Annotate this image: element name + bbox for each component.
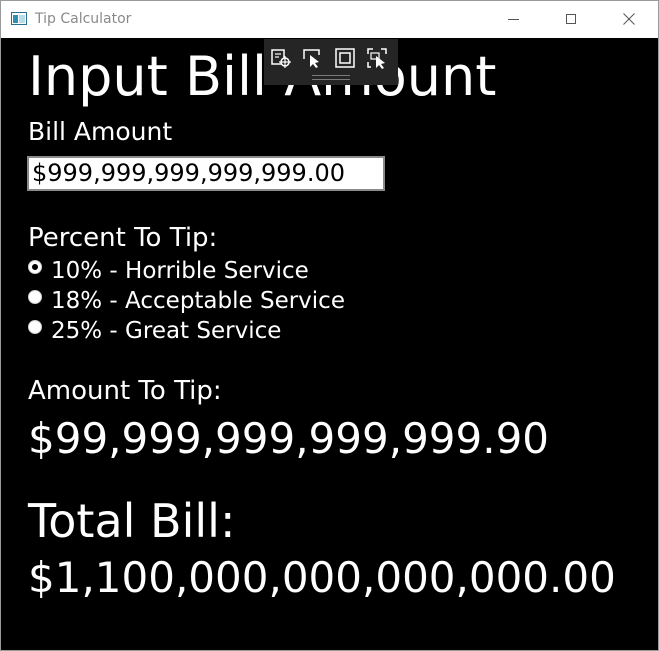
amount-to-tip-label: Amount To Tip: xyxy=(28,376,222,406)
amount-to-tip-value: $99,999,999,999,999.90 xyxy=(28,414,550,463)
debug-toolbar xyxy=(264,39,398,85)
bill-amount-label: Bill Amount xyxy=(28,117,173,146)
close-icon xyxy=(623,13,635,25)
radio-button[interactable] xyxy=(28,290,42,304)
percent-to-tip-label: Percent To Tip: xyxy=(28,223,218,253)
window-title: Tip Calculator xyxy=(35,11,132,27)
tip-option-label: 10% - Horrible Service xyxy=(51,258,309,284)
tip-option-label: 18% - Acceptable Service xyxy=(51,288,345,314)
page-title: Input Bill Amount xyxy=(28,45,497,108)
total-bill-value: $1,100,000,000,000,000.00 xyxy=(28,553,616,602)
minimize-button[interactable] xyxy=(484,1,542,38)
radio-button[interactable] xyxy=(28,320,42,334)
bill-amount-input[interactable]: $999,999,999,999,999.00 xyxy=(27,156,385,191)
select-element-icon[interactable] xyxy=(270,47,292,69)
total-bill-label: Total Bill: xyxy=(28,494,236,548)
display-layout-adorners-icon[interactable] xyxy=(334,47,356,69)
pointer-icon[interactable] xyxy=(302,47,324,69)
app-icon xyxy=(11,12,27,25)
toolbar-grip[interactable] xyxy=(312,75,350,80)
maximize-button[interactable] xyxy=(542,1,600,38)
radio-button-checked[interactable] xyxy=(28,260,42,274)
close-button[interactable] xyxy=(600,1,658,38)
title-bar[interactable]: Tip Calculator xyxy=(1,1,658,38)
tip-option-label: 25% - Great Service xyxy=(51,318,282,344)
track-focus-icon[interactable] xyxy=(366,47,388,69)
app-window: Tip Calculator Input Bill Amount Bill Am… xyxy=(0,0,659,651)
